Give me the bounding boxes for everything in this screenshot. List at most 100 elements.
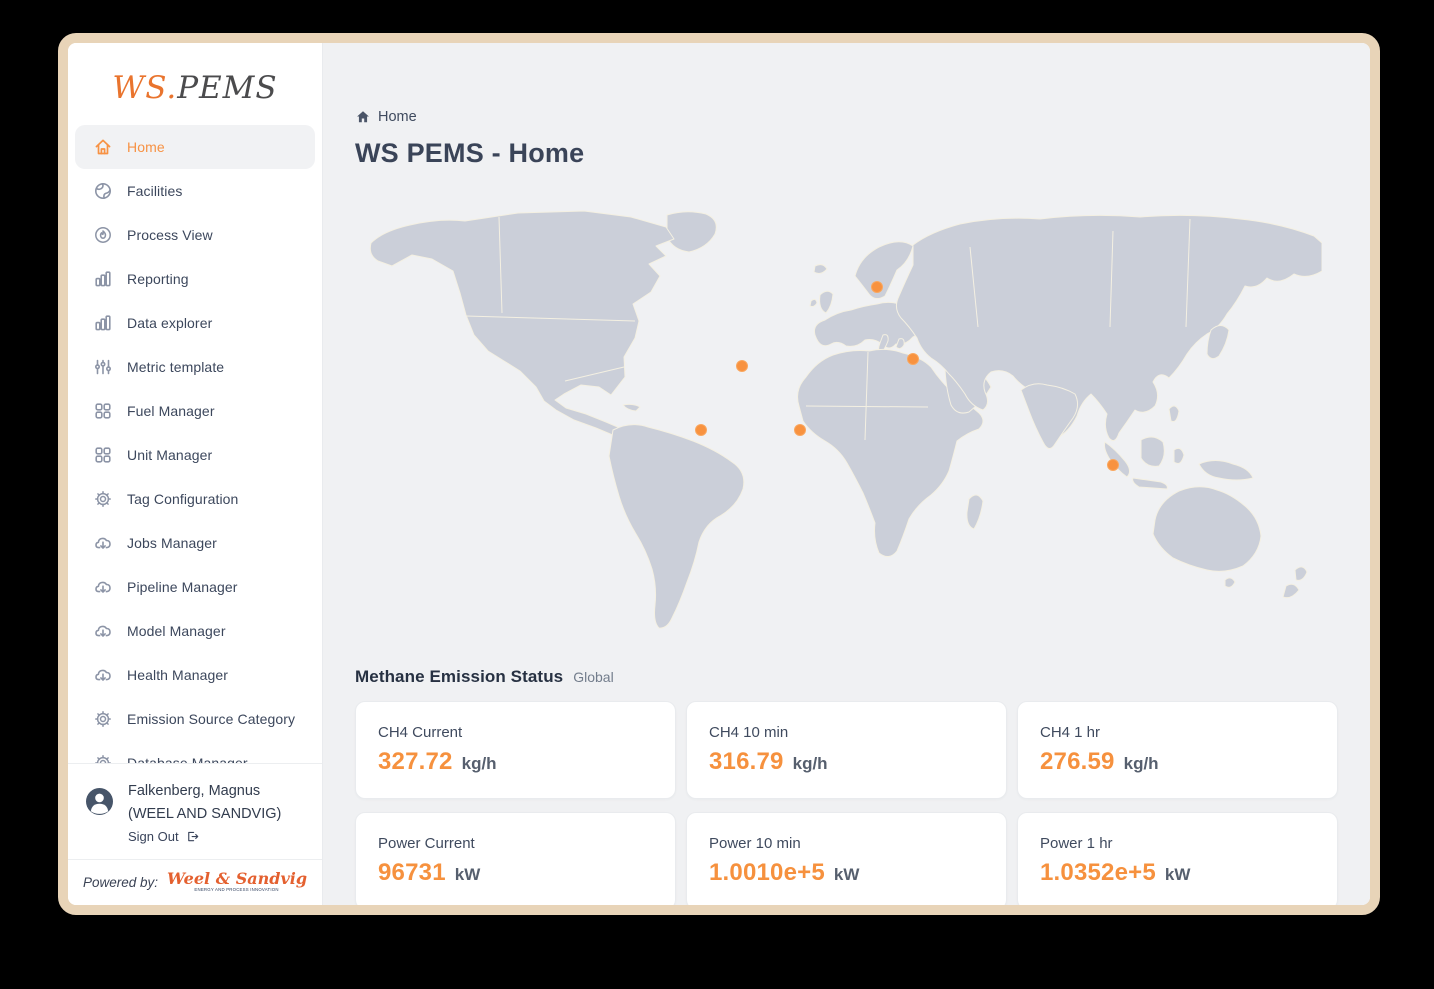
home-icon [93,137,113,157]
metric-label: Power 10 min [709,835,984,852]
powered-by: Powered by: Weel & Sandvig ENERGY AND PR… [68,859,322,905]
metric-card-ch4-10-min: CH4 10 min316.79kg/h [686,701,1007,799]
facility-marker-malaysia[interactable] [1108,460,1119,471]
landmass [1283,584,1299,597]
gear-icon [93,753,113,763]
page-title: WS PEMS - Home [355,138,1338,169]
metric-card-power-current: Power Current96731kW [355,812,676,905]
sidebar-item-label: Unit Manager [127,447,212,463]
metric-unit: kW [834,865,860,885]
metric-value: 96731 [378,859,446,887]
sidebar-item-label: Home [127,139,165,155]
metric-value: 1.0352e+5 [1040,859,1156,887]
landmass [1153,487,1261,572]
sidebar-item-unit-manager[interactable]: Unit Manager [75,433,315,477]
globe-icon [93,181,113,201]
sign-out-label: Sign Out [128,829,179,844]
metric-cards: CH4 Current327.72kg/hCH4 10 min316.79kg/… [355,701,1338,905]
brand-tagline: ENERGY AND PROCESS INNOVATION [195,888,279,892]
metric-value: 276.59 [1040,748,1115,776]
breadcrumb[interactable]: Home [355,109,417,125]
sidebar-item-data-explorer[interactable]: Data explorer [75,301,315,345]
landmass [1295,567,1307,580]
landmass [814,265,827,274]
sidebar-item-home[interactable]: Home [75,125,315,169]
cloud-download-icon [93,533,113,553]
sidebar-item-metric-template[interactable]: Metric template [75,345,315,389]
facility-marker-mid-atlantic[interactable] [737,361,748,372]
landmass [1021,384,1078,449]
powered-by-label: Powered by: [83,875,158,890]
sidebar-item-fuel-manager[interactable]: Fuel Manager [75,389,315,433]
landmass [667,212,716,252]
cloud-download-icon [93,577,113,597]
sidebar-item-label: Jobs Manager [127,535,217,551]
landmass [1169,406,1179,422]
world-map-svg [368,209,1322,630]
metric-label: Power 1 hr [1040,835,1315,852]
metric-unit: kg/h [793,754,828,774]
metric-card-power-10-min: Power 10 min 1.0010e+5 kW [686,812,1007,905]
logo-pems: PEMS [177,70,277,106]
sign-out-button[interactable]: Sign Out [128,829,281,844]
metric-unit: kg/h [462,754,497,774]
landmass [1105,442,1130,477]
cloud-download-icon [93,621,113,641]
gear-icon [93,489,113,509]
sidebar-item-model-manager[interactable]: Model Manager [75,609,315,653]
brand-name: Weel & Sandvig [167,871,307,887]
section-header: Methane Emission Status Global [355,667,1338,687]
metric-card-ch4-1-hr: CH4 1 hr276.59kg/h [1017,701,1338,799]
metric-card-power-1-hr: Power 1 hr 1.0352e+5 kW [1017,812,1338,905]
metric-label: Power Current [378,835,653,852]
gear-icon [93,709,113,729]
landmass [609,425,744,628]
facility-marker-west-atlantic[interactable] [696,425,707,436]
landmass [370,211,674,436]
sidebar-nav: Home Facilities Process View Reporting Data … [68,119,322,763]
sidebar-item-label: Metric template [127,359,224,375]
sidebar-item-health-manager[interactable]: Health Manager [75,653,315,697]
landmass [810,299,817,306]
grid-icon [93,401,113,421]
sidebar-item-label: Reporting [127,271,189,287]
sidebar-item-reporting[interactable]: Reporting [75,257,315,301]
section-scope: Global [573,669,613,685]
landmass [967,495,983,529]
sidebar-item-label: Health Manager [127,667,228,683]
user-name-line2: (WEEL AND SANDVIG) [128,803,281,826]
sidebar-item-label: Tag Configuration [127,491,238,507]
app-logo: WS.PEMS [68,43,322,119]
metric-label: CH4 1 hr [1040,724,1315,741]
sidebar-item-label: Database Manager [127,755,248,763]
metric-value: 1.0010e+5 [709,859,825,887]
world-map [368,209,1322,630]
sidebar-item-label: Data explorer [127,315,212,331]
sidebar-item-label: Process View [127,227,213,243]
landmass [1133,478,1168,489]
metric-unit: kW [1165,865,1191,885]
cloud-download-icon [93,665,113,685]
sidebar-item-pipeline-manager[interactable]: Pipeline Manager [75,565,315,609]
metric-value: 327.72 [378,748,453,776]
sidebar: WS.PEMS Home Facilities Process View Report… [68,43,323,905]
landmass [820,291,833,313]
facility-marker-turkey[interactable] [908,354,919,365]
sign-out-icon [185,829,200,844]
sidebar-item-database-manager[interactable]: Database Manager [75,741,315,763]
metric-value: 316.79 [709,748,784,776]
user-panel: Falkenberg, Magnus (WEEL AND SANDVIG) Si… [68,763,322,859]
facility-marker-senegal[interactable] [795,425,806,436]
sidebar-item-process-view[interactable]: Process View [75,213,315,257]
sidebar-item-facilities[interactable]: Facilities [75,169,315,213]
landmass [1199,461,1253,481]
facility-marker-denmark[interactable] [872,282,883,293]
sidebar-item-tag-configuration[interactable]: Tag Configuration [75,477,315,521]
main-content: Home WS PEMS - Home Methane Emission Sta… [323,43,1370,905]
weel-sandvig-logo: Weel & Sandvig ENERGY AND PROCESS INNOVA… [167,871,307,894]
metric-card-ch4-current: CH4 Current327.72kg/h [355,701,676,799]
section-title: Methane Emission Status [355,667,563,687]
landmass [623,404,640,411]
sidebar-item-jobs-manager[interactable]: Jobs Manager [75,521,315,565]
sidebar-item-emission-source-category[interactable]: Emission Source Category [75,697,315,741]
